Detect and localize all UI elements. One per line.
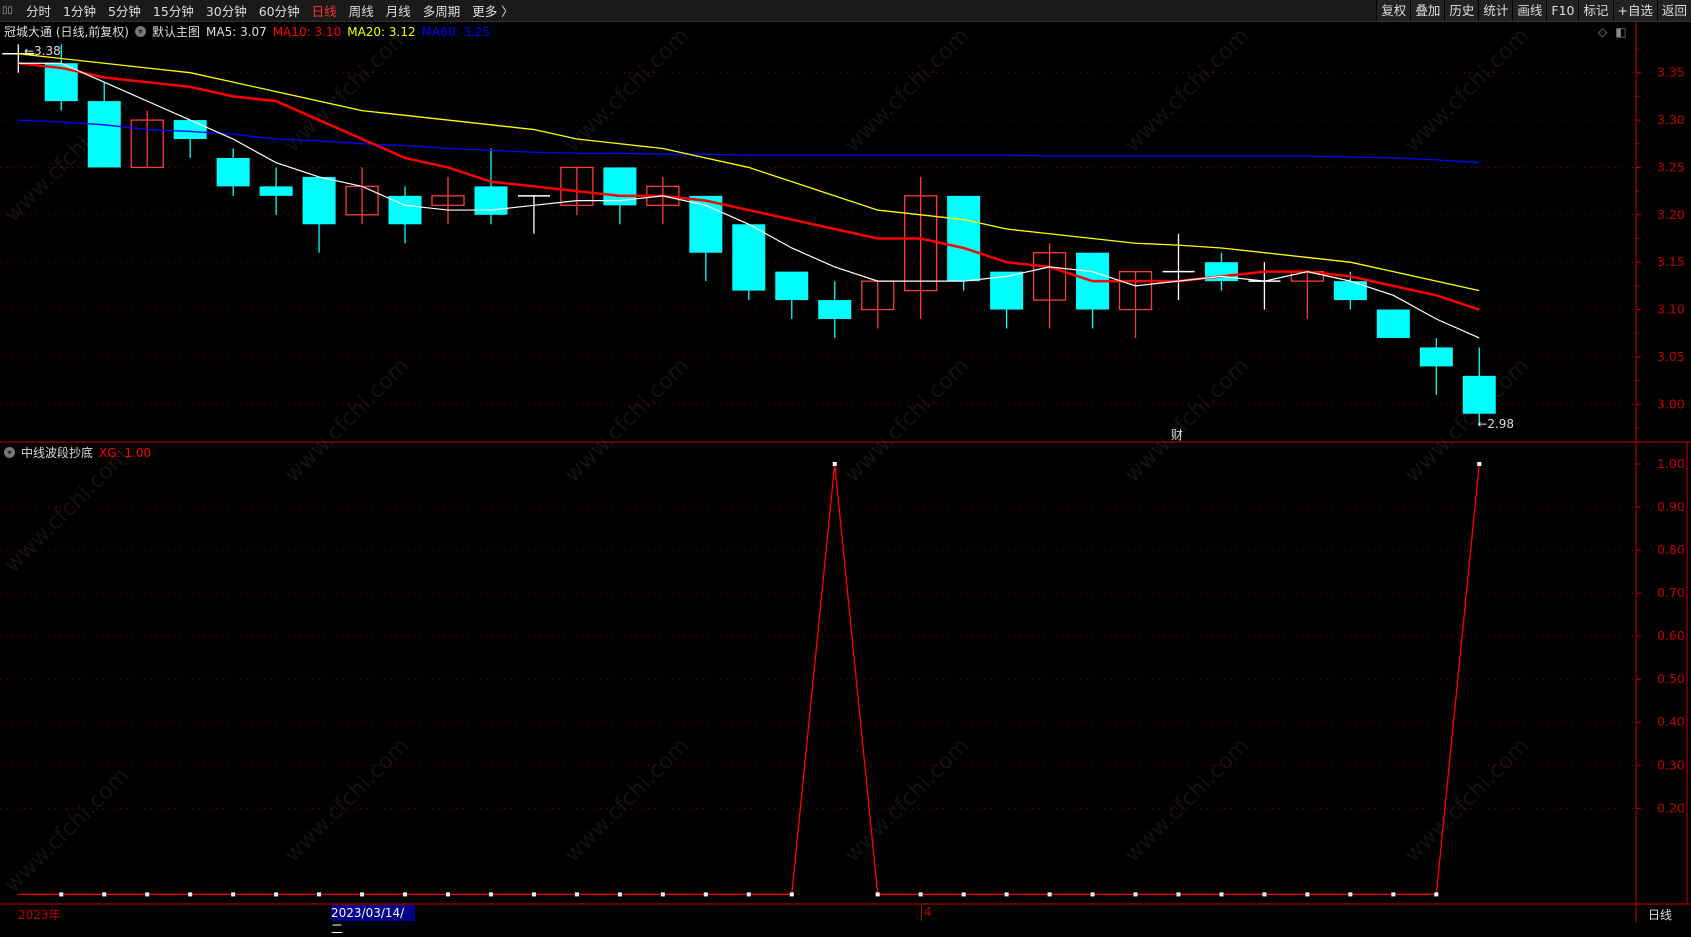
xg-point bbox=[446, 892, 450, 897]
xg-point bbox=[703, 892, 708, 897]
price-tick-label: 3.15 bbox=[1657, 254, 1685, 269]
indicator-tick-label: 0.20 bbox=[1657, 800, 1685, 815]
xg-point bbox=[488, 892, 493, 897]
candle-body-down bbox=[1376, 309, 1410, 338]
indicator-tick-label: 0.80 bbox=[1657, 542, 1685, 557]
xg-point bbox=[1133, 892, 1138, 897]
candle-body-down bbox=[818, 300, 852, 320]
xg-point bbox=[59, 892, 64, 897]
xg-point bbox=[789, 892, 794, 897]
cursor-date: 2023/03/14/二 bbox=[331, 905, 415, 936]
indicator-tick-label: 0.40 bbox=[1657, 714, 1685, 729]
xg-point bbox=[531, 892, 536, 897]
xg-point bbox=[1477, 462, 1482, 466]
candle-body-down bbox=[259, 186, 293, 196]
xg-point bbox=[1305, 892, 1310, 897]
xg-point bbox=[660, 892, 665, 897]
xg-point bbox=[1391, 892, 1396, 897]
high-price-marker: ←3.38 bbox=[24, 44, 61, 58]
xg-point bbox=[918, 892, 923, 897]
xg-point bbox=[1176, 892, 1181, 897]
price-tick-label: 3.25 bbox=[1657, 159, 1685, 174]
xg-point bbox=[360, 892, 365, 897]
xg-point bbox=[1262, 892, 1267, 897]
price-tick-label: 3.00 bbox=[1657, 396, 1685, 411]
low-price-marker: ←2.98 bbox=[1477, 417, 1514, 431]
price-tick-label: 3.30 bbox=[1657, 112, 1685, 127]
candle-body-down bbox=[1419, 347, 1453, 367]
xg-point bbox=[617, 892, 622, 897]
xg-point bbox=[746, 892, 751, 897]
xg-point bbox=[102, 892, 107, 897]
xg-point bbox=[1219, 892, 1224, 897]
candle-body-down bbox=[1333, 281, 1367, 301]
xg-point bbox=[188, 892, 193, 897]
period-label: 日线 bbox=[1648, 908, 1673, 922]
xg-point bbox=[317, 892, 322, 897]
price-tick-label: 3.35 bbox=[1657, 65, 1685, 80]
xg-point bbox=[1004, 892, 1009, 897]
xg-point bbox=[231, 892, 236, 897]
xg-point bbox=[145, 892, 150, 897]
indicator-tick-label: 0.30 bbox=[1657, 757, 1685, 772]
xg-point bbox=[274, 892, 279, 897]
price-tick-label: 3.10 bbox=[1657, 302, 1685, 317]
xg-point bbox=[1348, 892, 1353, 897]
xg-point bbox=[875, 892, 880, 897]
xg-point bbox=[1047, 892, 1052, 897]
candle-body-down bbox=[1462, 375, 1496, 414]
kline-chart[interactable]: 3.35 3.30 3.25 3.20 3.15 3.10 3.05 3.00 ←3.38 ←2.… bbox=[0, 0, 1691, 922]
indicator-tick-label: 0.50 bbox=[1657, 671, 1685, 686]
price-tick-label: 3.20 bbox=[1657, 207, 1685, 222]
indicator-tick-label: 1.00 bbox=[1657, 456, 1685, 471]
xg-point bbox=[961, 892, 966, 897]
candle-body-down bbox=[732, 224, 766, 291]
xg-point bbox=[832, 462, 837, 466]
time-axis: 2023年 2023/03/14/二 4 日线 bbox=[0, 905, 1691, 936]
xg-point bbox=[1090, 892, 1095, 897]
indicator-tick-label: 0.70 bbox=[1657, 585, 1685, 600]
xg-point bbox=[403, 892, 408, 897]
xg-point bbox=[574, 892, 579, 897]
financial-event-marker: 财 bbox=[1171, 428, 1183, 442]
candle-body-down bbox=[173, 120, 207, 140]
price-tick-label: 3.05 bbox=[1657, 349, 1685, 364]
candle-body-down bbox=[775, 271, 809, 301]
indicator-tick-label: 0.90 bbox=[1657, 499, 1685, 514]
xg-point bbox=[1434, 892, 1439, 897]
candle-body-down bbox=[302, 176, 336, 225]
candle-body-down bbox=[87, 101, 121, 168]
month-label: 4 bbox=[921, 905, 932, 921]
candle-body-down bbox=[216, 157, 250, 187]
year-label: 2023年 bbox=[18, 908, 61, 922]
indicator-tick-label: 0.60 bbox=[1657, 628, 1685, 643]
candle-body-down bbox=[947, 195, 981, 282]
